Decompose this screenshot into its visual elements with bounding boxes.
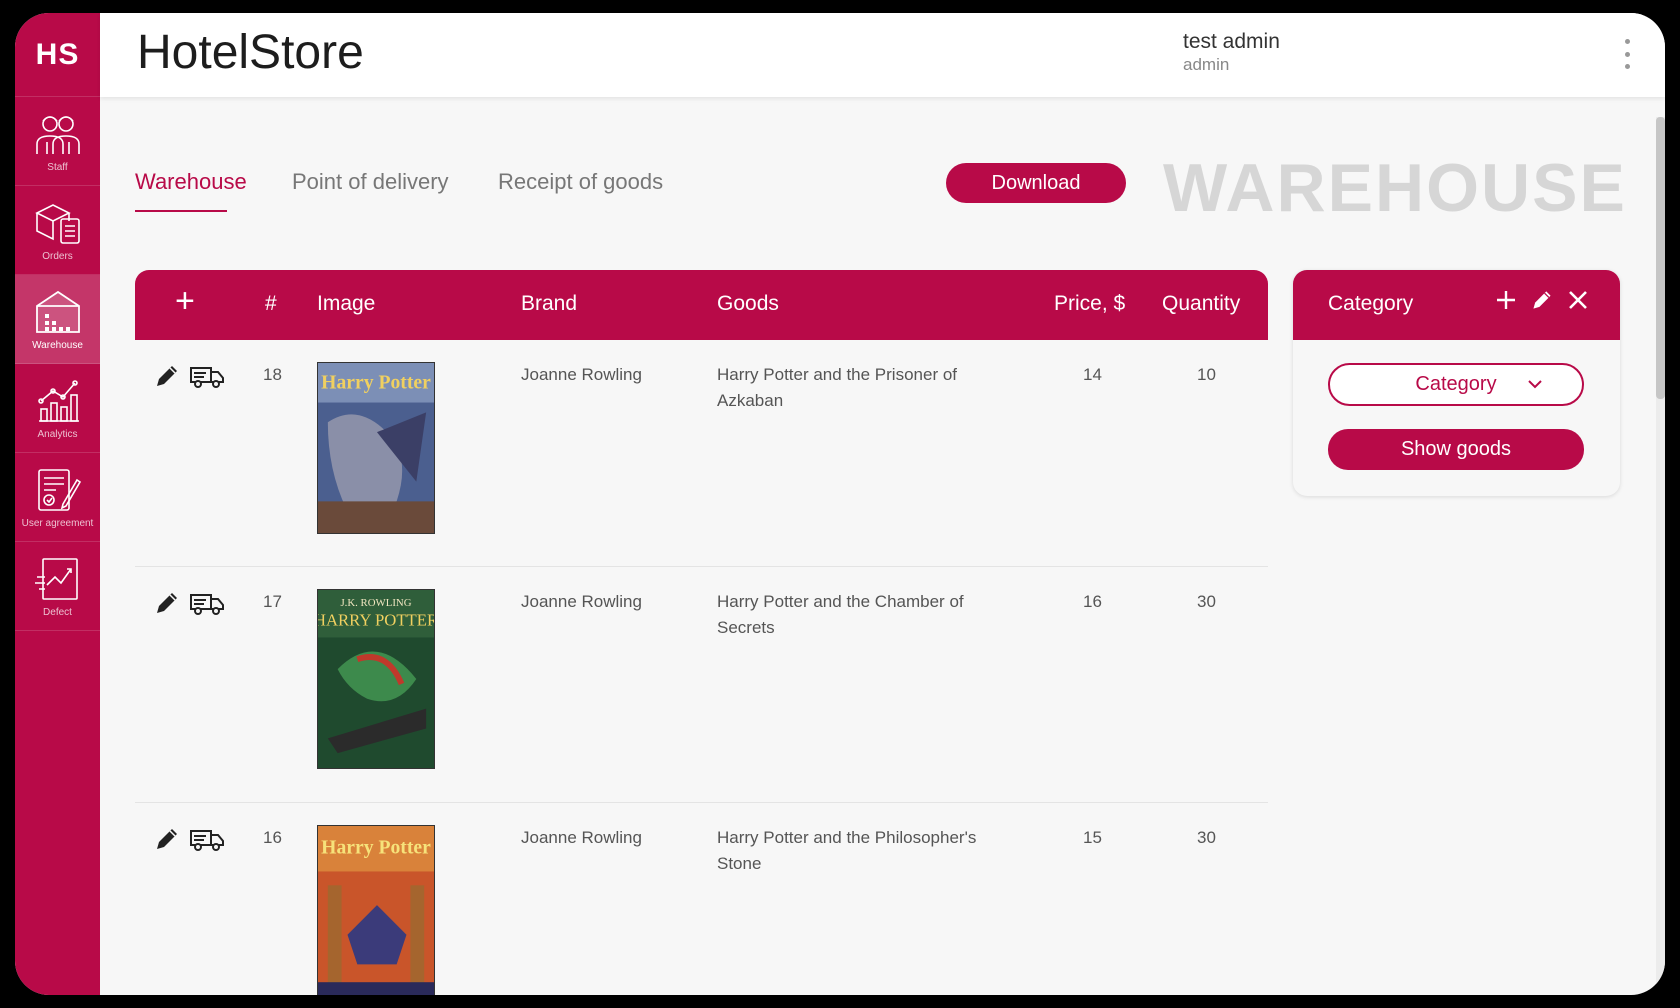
- user-name: test admin: [1183, 30, 1280, 53]
- table-row: 16 Harry Potter Joanne Rowling Harry Pot…: [135, 803, 1268, 995]
- svg-text:HARRY POTTER: HARRY POTTER: [318, 611, 434, 630]
- tab-point-of-delivery[interactable]: Point of delivery: [292, 169, 449, 195]
- table-row: 17 J.K. ROWLING HARRY POTTER Joanne Rowl…: [135, 567, 1268, 803]
- column-header-image: Image: [317, 292, 376, 315]
- add-goods-icon[interactable]: +: [175, 284, 195, 318]
- sidebar-item-user-agreement[interactable]: User agreement: [15, 453, 100, 542]
- analytics-icon: [37, 379, 79, 422]
- sidebar-item-label: Defect: [43, 606, 72, 618]
- row-number: 17: [263, 592, 282, 611]
- sidebar-item-defect[interactable]: Defect: [15, 542, 100, 631]
- sidebar: HS Staff Orders Warehouse Analytics User…: [15, 13, 100, 995]
- edit-pencil-icon[interactable]: [153, 589, 181, 617]
- quantity-cell: 30: [1197, 828, 1216, 847]
- user-role: admin: [1183, 55, 1230, 74]
- column-header-quantity: Quantity: [1162, 292, 1241, 315]
- edit-category-icon[interactable]: [1530, 288, 1554, 312]
- defect-icon: [34, 557, 78, 600]
- quantity-cell: 30: [1197, 592, 1216, 611]
- page-heading: WAREHOUSE: [1163, 150, 1627, 226]
- quantity-cell: 10: [1197, 365, 1216, 384]
- brand-cell: Joanne Rowling: [521, 592, 642, 611]
- brand-cell: Joanne Rowling: [521, 828, 642, 847]
- warehouse-icon: [35, 290, 80, 333]
- sidebar-item-orders[interactable]: Orders: [15, 186, 100, 275]
- device-frame: HS Staff Orders Warehouse Analytics User…: [0, 0, 1680, 1008]
- edit-pencil-icon[interactable]: [153, 825, 181, 853]
- chevron-down-icon: [1528, 380, 1542, 389]
- scrollbar-thumb[interactable]: [1656, 117, 1665, 399]
- goods-cell: Harry Potter and the Prisoner of Azkaban: [717, 365, 958, 410]
- chamber-of-secrets-cover-icon: J.K. ROWLING HARRY POTTER: [318, 590, 434, 768]
- category-panel: Category Category Show goods: [1293, 270, 1620, 496]
- book-cover-image: Harry Potter: [317, 825, 435, 995]
- column-header-price: Price, $: [1054, 292, 1126, 315]
- row-number: 18: [263, 365, 282, 384]
- add-category-icon[interactable]: [1494, 288, 1518, 312]
- table-header: + # Image Brand Goods Price, $ Quantity: [135, 270, 1268, 340]
- category-panel-header: Category: [1293, 270, 1620, 340]
- philosophers-stone-cover-icon: Harry Potter: [318, 826, 434, 995]
- price-cell: 14: [1083, 365, 1102, 384]
- column-header-brand: Brand: [521, 292, 578, 315]
- book-cover-image: Harry Potter: [317, 362, 435, 534]
- prisoner-of-azkaban-cover-icon: Harry Potter: [318, 363, 434, 533]
- user-agreement-icon: [37, 468, 81, 511]
- tab-receipt-of-goods[interactable]: Receipt of goods: [498, 169, 663, 195]
- sidebar-item-label: User agreement: [21, 517, 94, 529]
- delivery-truck-icon[interactable]: [189, 825, 225, 853]
- tab-warehouse[interactable]: Warehouse: [135, 169, 247, 195]
- price-cell: 15: [1083, 828, 1102, 847]
- column-header-number: #: [265, 292, 277, 315]
- sidebar-item-staff[interactable]: Staff: [15, 97, 100, 186]
- book-cover-image: J.K. ROWLING HARRY POTTER: [317, 589, 435, 769]
- row-number: 16: [263, 828, 282, 847]
- brand-cell: Joanne Rowling: [521, 365, 642, 384]
- app-screen: HS Staff Orders Warehouse Analytics User…: [15, 13, 1665, 995]
- staff-icon: [35, 115, 80, 154]
- category-panel-title: Category: [1328, 292, 1414, 315]
- top-header: HotelStore test admin admin: [100, 13, 1665, 97]
- goods-cell: Harry Potter and the Chamber of Secrets: [717, 592, 964, 637]
- orders-icon: [34, 203, 80, 244]
- goods-cell: Harry Potter and the Philosopher's Stone: [717, 828, 977, 873]
- delete-category-icon[interactable]: [1566, 288, 1590, 312]
- table-row: 18 Harry Potter Joanne Rowling Harry Pot…: [135, 340, 1268, 567]
- show-goods-button[interactable]: Show goods: [1328, 429, 1584, 470]
- sidebar-item-label: Warehouse: [32, 339, 83, 351]
- svg-text:Harry Potter: Harry Potter: [321, 372, 431, 394]
- active-tab-indicator: [135, 210, 227, 212]
- svg-text:J.K. ROWLING: J.K. ROWLING: [340, 597, 411, 609]
- download-button[interactable]: Download: [946, 163, 1126, 203]
- category-select[interactable]: Category: [1328, 363, 1584, 406]
- category-select-value: Category: [1415, 373, 1497, 395]
- app-title: HotelStore: [137, 26, 364, 79]
- price-cell: 16: [1083, 592, 1102, 611]
- sidebar-item-label: Orders: [42, 250, 73, 262]
- svg-text:Harry Potter: Harry Potter: [321, 837, 431, 859]
- delivery-truck-icon[interactable]: [189, 589, 225, 617]
- sidebar-item-label: Staff: [47, 161, 68, 173]
- more-menu-icon[interactable]: [1622, 39, 1632, 69]
- edit-pencil-icon[interactable]: [153, 362, 181, 390]
- sidebar-item-analytics[interactable]: Analytics: [15, 364, 100, 453]
- sidebar-item-warehouse[interactable]: Warehouse: [15, 275, 100, 364]
- sidebar-item-label: Analytics: [37, 428, 78, 440]
- app-logo[interactable]: HS: [15, 13, 100, 97]
- delivery-truck-icon[interactable]: [189, 362, 225, 390]
- column-header-goods: Goods: [717, 292, 779, 315]
- goods-table: + # Image Brand Goods Price, $ Quantity …: [135, 270, 1268, 995]
